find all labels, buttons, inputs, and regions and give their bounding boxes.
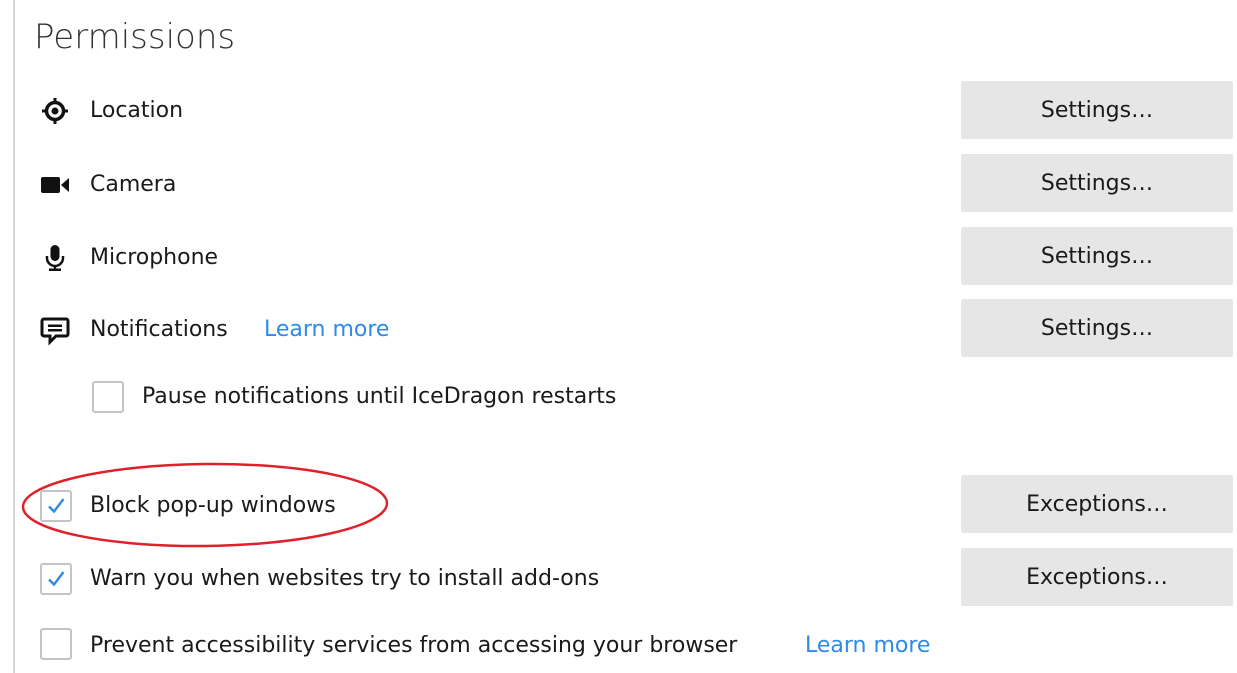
- camera-icon: [41, 177, 69, 193]
- microphone-label: Microphone: [90, 245, 219, 270]
- notifications-icon: [40, 317, 70, 345]
- prevent-accessibility-checkbox[interactable]: [40, 628, 72, 660]
- block-popups-exceptions-button[interactable]: Exceptions…: [961, 475, 1233, 533]
- notifications-label: Notifications: [90, 317, 228, 342]
- warn-addons-exceptions-button[interactable]: Exceptions…: [961, 548, 1233, 606]
- microphone-icon: [45, 245, 65, 271]
- notifications-learn-more-link[interactable]: Learn more: [264, 315, 389, 345]
- location-settings-button[interactable]: Settings…: [961, 81, 1233, 139]
- warn-addons-label: Warn you when websites try to install ad…: [90, 566, 600, 591]
- checkmark-icon: [48, 571, 65, 587]
- pause-notifications-label: Pause notifications until IceDragon rest…: [142, 384, 617, 409]
- checkmark-icon: [48, 498, 65, 514]
- prevent-accessibility-label: Prevent accessibility services from acce…: [90, 633, 738, 658]
- pause-notifications-checkbox[interactable]: [92, 381, 124, 413]
- section-title: Permissions: [34, 17, 236, 57]
- accessibility-learn-more-link[interactable]: Learn more: [805, 631, 930, 661]
- location-label: Location: [90, 98, 184, 123]
- left-border: [13, 0, 15, 673]
- camera-label: Camera: [90, 172, 177, 197]
- warn-addons-checkbox[interactable]: [40, 563, 72, 595]
- notifications-settings-button[interactable]: Settings…: [961, 299, 1233, 357]
- block-popups-checkbox[interactable]: [40, 490, 72, 522]
- location-icon: [42, 98, 68, 124]
- microphone-settings-button[interactable]: Settings…: [961, 227, 1233, 285]
- camera-settings-button[interactable]: Settings…: [961, 154, 1233, 212]
- block-popups-label: Block pop-up windows: [90, 493, 336, 518]
